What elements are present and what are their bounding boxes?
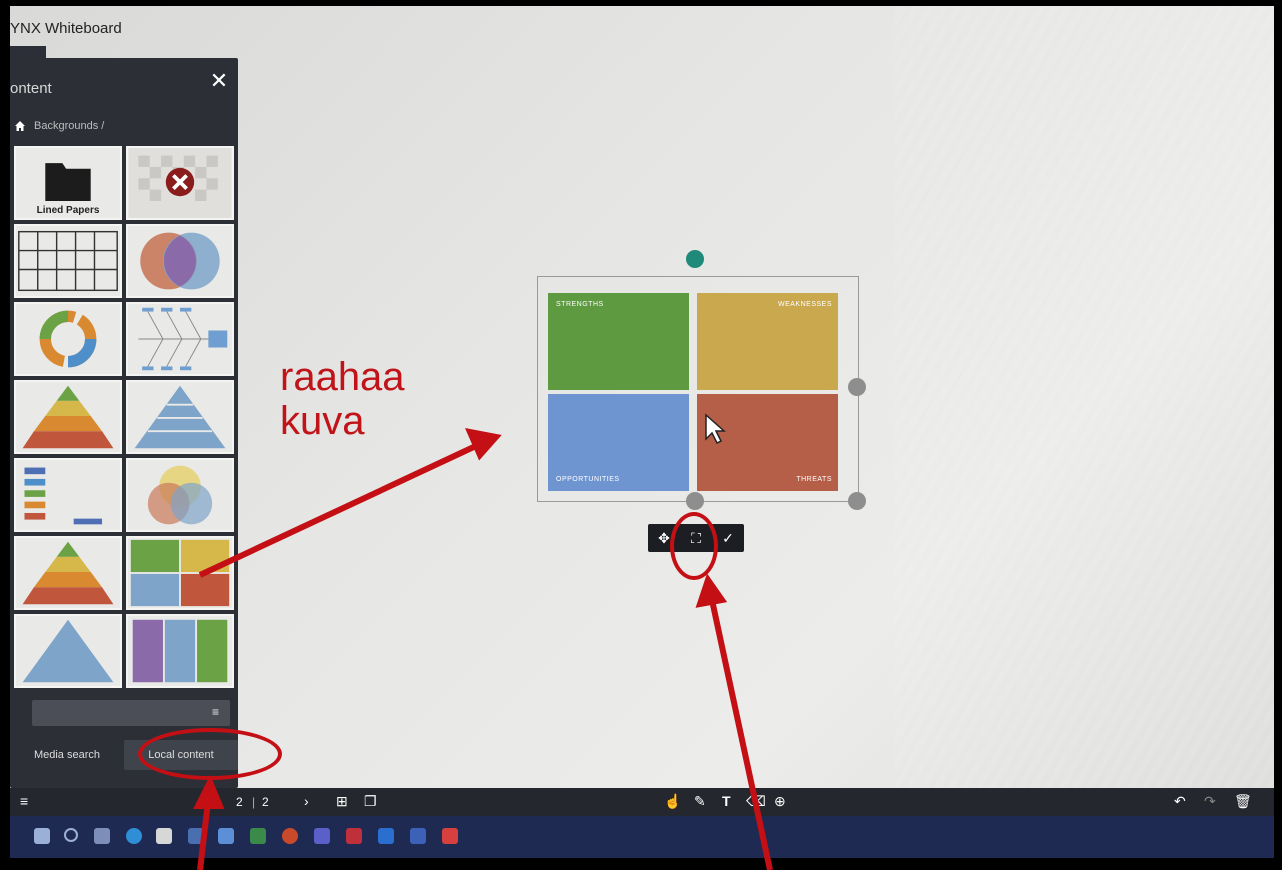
pyramid-colored-icon (22, 385, 114, 449)
breadcrumb-label: Backgrounds / (34, 120, 105, 132)
label-strengths: STRENGTHS (556, 301, 604, 308)
pages-overview-icon[interactable]: ❐ (364, 793, 377, 810)
app-icon-7[interactable] (442, 828, 458, 844)
tile-pyramid-colored[interactable] (14, 380, 122, 454)
grid-icon (18, 230, 118, 292)
pointer-tool-icon[interactable]: ☝ (664, 793, 681, 810)
whiteboard-bottom-bar: ≡ ‹ 2 | 2 › ⊞ ❐ ☝ ✎ T ⌫ ⊕ ↶ ↷ 🗑 (10, 788, 1274, 816)
cursor-icon (705, 413, 726, 445)
pen-tool-icon[interactable]: ✎ (694, 793, 706, 810)
flow-icon (24, 467, 103, 525)
quad-weaknesses: WEAKNESSES (697, 293, 838, 390)
tile-no-background[interactable] (126, 146, 234, 220)
app-icon-2[interactable] (218, 828, 234, 844)
quad-strengths: STRENGTHS (548, 293, 689, 390)
add-tool-icon[interactable]: ⊕ (774, 793, 786, 810)
app-icon-5[interactable] (378, 828, 394, 844)
confirm-check-icon[interactable]: ✓ (718, 528, 738, 548)
fishbone-icon (138, 307, 228, 371)
cycle-icon (39, 310, 97, 368)
prev-page-icon[interactable]: ‹ (216, 793, 221, 809)
annotation-ellipse-local-content (138, 728, 282, 780)
task-view-icon[interactable] (94, 828, 110, 844)
page-total: 2 (262, 795, 269, 809)
tile-fishbone[interactable] (126, 302, 234, 376)
label-threats: THREATS (796, 476, 832, 483)
hamburger-menu-icon[interactable]: ≡ (20, 793, 28, 809)
swot-object[interactable]: STRENGTHS WEAKNESSES OPPORTUNITIES THREA… (537, 276, 859, 502)
tile-grid[interactable] (14, 224, 122, 298)
tile-label: Lined Papers (36, 205, 100, 216)
annotation-line-2: kuva (280, 399, 365, 443)
close-icon[interactable]: ✕ (208, 70, 230, 92)
page-current: 2 (236, 795, 243, 809)
app-icon-6[interactable] (410, 828, 426, 844)
os-taskbar (10, 816, 1274, 858)
annotation-line-1: raahaa (280, 355, 405, 399)
redo-icon[interactable]: ↷ (1204, 793, 1216, 810)
venn-three-icon (147, 465, 213, 525)
eraser-tool-icon[interactable]: ⌫ (746, 793, 766, 810)
resize-handle-bottom[interactable] (686, 492, 704, 510)
pyramid-colored-2-icon (22, 541, 114, 605)
start-icon[interactable] (34, 828, 50, 844)
pyramid-blue-icon (134, 385, 226, 449)
app-icon-1[interactable] (188, 828, 204, 844)
tile-venn-two[interactable] (126, 224, 234, 298)
add-page-icon[interactable]: ⊞ (336, 793, 348, 810)
columns-icon (132, 619, 228, 683)
edge-icon[interactable] (126, 828, 142, 844)
home-icon[interactable] (14, 120, 26, 132)
swot-icon (130, 539, 230, 607)
quad-opportunities: OPPORTUNITIES (548, 394, 689, 491)
tile-pyramid-blue-2[interactable] (14, 614, 122, 688)
store-icon[interactable] (156, 828, 172, 844)
pyramid-blue-2-icon (22, 619, 114, 683)
tab-media-search[interactable]: Media search (10, 740, 124, 770)
search-icon[interactable] (64, 828, 78, 842)
rotate-handle[interactable] (686, 250, 704, 268)
annotation-label: raahaa kuva (280, 355, 405, 443)
app-icon-3[interactable] (250, 828, 266, 844)
panel-title: ontent (10, 80, 52, 97)
label-opportunities: OPPORTUNITIES (556, 476, 620, 483)
tile-venn-three[interactable] (126, 458, 234, 532)
teams-icon[interactable] (314, 828, 330, 844)
tile-lined-papers[interactable]: Lined Papers (14, 146, 122, 220)
no-background-icon (128, 148, 232, 218)
venn-two-icon (140, 232, 220, 290)
text-tool-icon[interactable]: T (722, 793, 731, 809)
app-icon-4[interactable] (346, 828, 362, 844)
resize-handle-corner[interactable] (848, 492, 866, 510)
trash-icon[interactable]: 🗑 (1234, 793, 1252, 810)
app-title: YNX Whiteboard (10, 20, 122, 37)
powerpoint-icon[interactable] (282, 828, 298, 844)
tile-pyramid-colored-2[interactable] (14, 536, 122, 610)
breadcrumb: Backgrounds / (14, 120, 104, 132)
tile-columns[interactable] (126, 614, 234, 688)
tile-swot[interactable] (126, 536, 234, 610)
tile-cycle[interactable] (14, 302, 122, 376)
screen-glare (894, 6, 1274, 858)
undo-icon[interactable]: ↶ (1174, 793, 1186, 810)
tile-pyramid-blue[interactable] (126, 380, 234, 454)
tile-flow[interactable] (14, 458, 122, 532)
label-weaknesses: WEAKNESSES (777, 301, 832, 308)
content-search-bar[interactable]: ≡ (32, 700, 230, 726)
page-separator: | (252, 795, 256, 809)
next-page-icon[interactable]: › (304, 793, 309, 809)
menu-icon[interactable]: ≡ (212, 706, 224, 718)
content-panel: ontent ✕ Backgrounds / Lined Papers ≡ Me… (10, 58, 238, 788)
resize-handle-right[interactable] (848, 378, 866, 396)
annotation-ellipse-fit-button (670, 512, 718, 580)
